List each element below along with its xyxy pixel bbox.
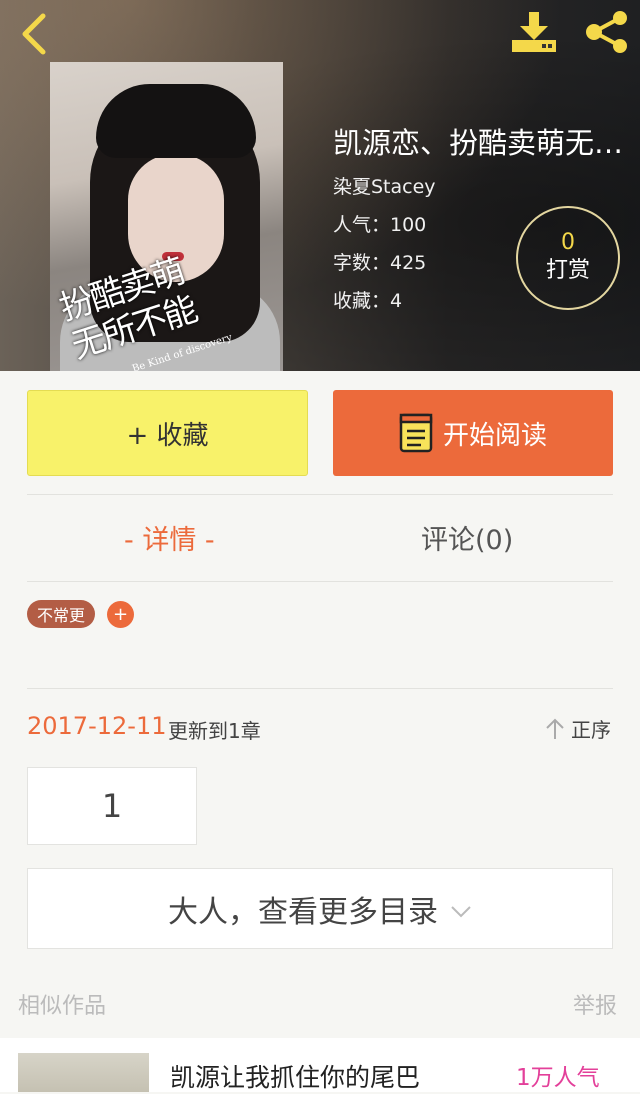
collect-button-label: + 收藏 (126, 420, 209, 451)
similar-work-popularity: 1万人气 (516, 1065, 600, 1091)
book-cover[interactable]: 扮酷卖萌 无所不能 Be Kind of discovery (50, 62, 283, 371)
collect-button[interactable]: + 收藏 (27, 390, 308, 476)
similar-work-thumbnail (18, 1053, 149, 1092)
chevron-left-icon (22, 13, 46, 55)
update-info: 更新到1章 (168, 719, 261, 743)
tip-count: 0 (561, 230, 575, 255)
book-word-count: 字数：425 (333, 252, 427, 274)
more-directory-button[interactable]: 大人，查看更多目录 (27, 868, 613, 949)
sort-order-label: 正序 (571, 718, 611, 742)
back-button[interactable] (10, 10, 58, 58)
update-date: 2017-12-11 (27, 712, 167, 740)
divider (27, 688, 613, 689)
start-reading-button[interactable]: 开始阅读 (333, 390, 613, 476)
tip-label: 打赏 (545, 258, 590, 283)
chevron-down-icon (451, 905, 471, 917)
chapter-item[interactable]: 1 (27, 767, 197, 845)
book-favorites: 收藏：4 (333, 290, 403, 312)
book-author[interactable]: 染夏Stacey (333, 172, 436, 199)
divider (27, 581, 613, 582)
share-icon (586, 11, 627, 53)
share-button[interactable] (578, 8, 634, 56)
book-header: 扮酷卖萌 无所不能 Be Kind of discovery 凯源恋、扮酷卖萌无… (0, 0, 640, 371)
status-badge: 不常更 (27, 600, 96, 628)
cover-figure-beret (96, 84, 256, 158)
arrow-up-icon (546, 718, 564, 739)
tab-comments[interactable]: 评论(0) (421, 518, 513, 557)
divider (27, 494, 613, 495)
download-icon (512, 12, 556, 52)
sort-order-button[interactable]: 正序 (545, 714, 611, 743)
book-icon (399, 413, 433, 453)
tip-button[interactable]: 0 打赏 (516, 206, 620, 310)
more-directory-label: 大人，查看更多目录 (168, 894, 438, 930)
add-tag-button[interactable]: + (107, 601, 134, 628)
book-popularity: 人气：100 (333, 214, 427, 236)
tab-detail[interactable]: - 详情 - (124, 518, 215, 557)
similar-work-title: 凯源让我抓住你的尾巴 (170, 1063, 421, 1092)
similar-works-heading: 相似作品 (18, 994, 107, 1019)
start-reading-label: 开始阅读 (442, 420, 547, 451)
download-button[interactable] (506, 8, 562, 56)
book-title: 凯源恋、扮酷卖萌无… (333, 126, 624, 160)
report-link[interactable]: 举报 (573, 988, 617, 1020)
similar-work-item[interactable]: 凯源让我抓住你的尾巴 1万人气 (0, 1038, 640, 1092)
